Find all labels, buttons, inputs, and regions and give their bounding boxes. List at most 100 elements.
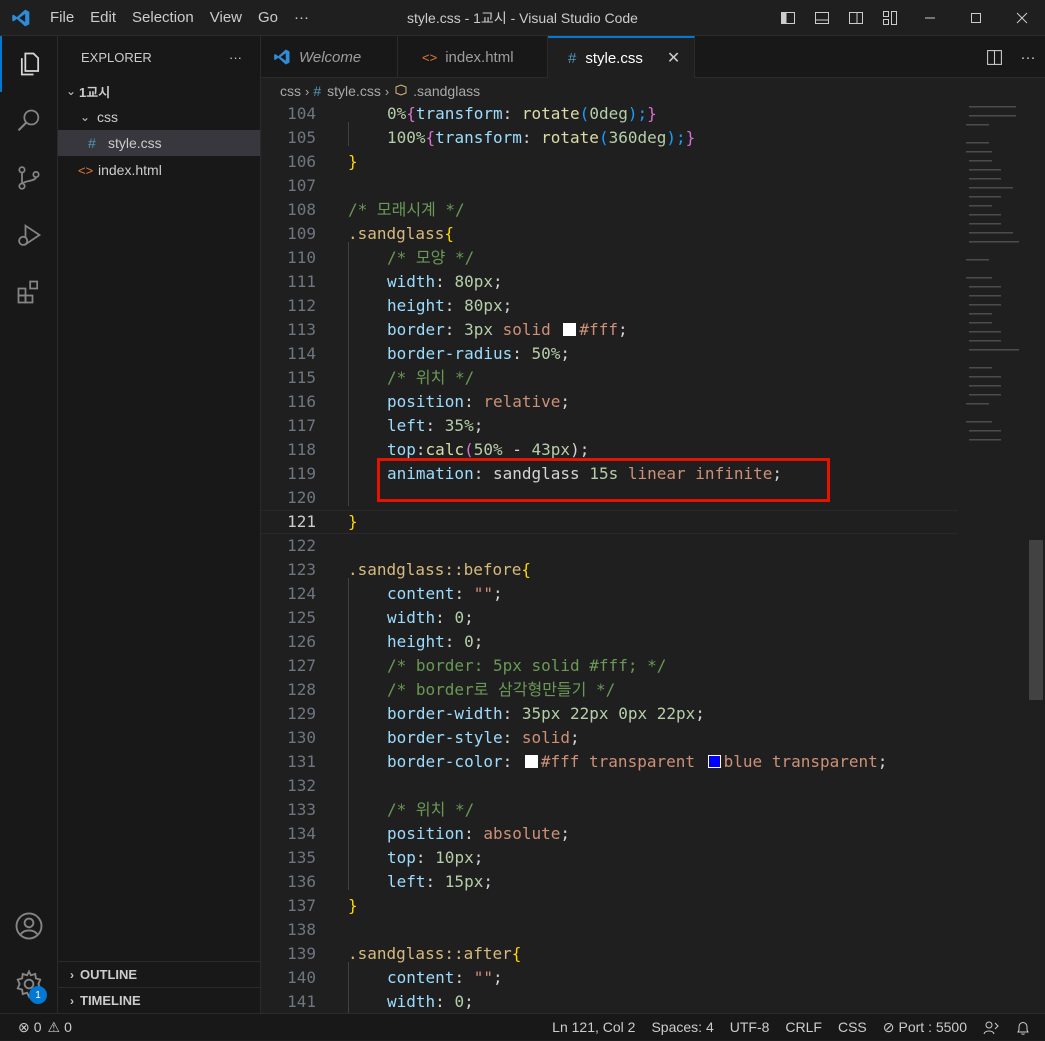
code-token: 360deg — [608, 128, 667, 147]
extensions-icon[interactable] — [0, 264, 58, 320]
code-line[interactable]: 132 — [261, 774, 961, 798]
code-token: : — [502, 728, 522, 747]
code-line[interactable]: 116 position: relative; — [261, 390, 961, 414]
code-line[interactable]: 135 top: 10px; — [261, 846, 961, 870]
tab-index-html[interactable]: <> index.html — [398, 36, 548, 78]
line-number: 110 — [287, 248, 316, 267]
code-line[interactable]: 108 /* 모래시계 */ — [261, 198, 961, 222]
code-line[interactable]: 131 border-color: #fff transparent blue t… — [261, 750, 961, 774]
code-line[interactable]: 113 border: 3px solid #fff; — [261, 318, 961, 342]
code-line[interactable]: 123 .sandglass::before{ — [261, 558, 961, 582]
feedback-icon[interactable] — [975, 1020, 1007, 1036]
code-line[interactable]: 105 100%{transform: rotate(360deg);} — [261, 126, 961, 150]
code-text: .sandglass::before{ — [348, 558, 531, 582]
tree-folder-css[interactable]: ⌄ css — [58, 104, 260, 130]
code-line[interactable]: 133 /* 위치 */ — [261, 798, 961, 822]
minimap-line — [969, 160, 992, 162]
code-line[interactable]: 130 border-style: solid; — [261, 726, 961, 750]
code-token: .sandglass — [348, 224, 445, 243]
tree-folder-root[interactable]: ⌄ 1교시 — [58, 78, 260, 104]
search-icon[interactable] — [0, 93, 58, 149]
color-swatch[interactable] — [563, 322, 577, 336]
menu-more[interactable]: ··· — [286, 0, 317, 36]
explorer-more-button[interactable]: ··· — [229, 50, 242, 65]
code-line[interactable]: 128 /* border로 삼각형만들기 */ — [261, 678, 961, 702]
manage-gear-icon[interactable]: 1 — [0, 956, 58, 1012]
notifications-bell-icon[interactable] — [1007, 1020, 1045, 1036]
code-text: height: 0; — [387, 630, 483, 654]
code-line[interactable]: 117 left: 35%; — [261, 414, 961, 438]
language-mode[interactable]: CSS — [830, 1014, 875, 1041]
toggle-primary-sidebar-icon[interactable] — [771, 0, 805, 36]
more-actions-icon[interactable]: ··· — [1011, 39, 1045, 75]
breadcrumb-file[interactable]: style.css — [327, 83, 381, 99]
code-line[interactable]: 122 — [261, 534, 961, 558]
code-line[interactable]: 107 — [261, 174, 961, 198]
encoding[interactable]: UTF-8 — [722, 1014, 778, 1041]
code-line[interactable]: 114 border-radius: 50%; — [261, 342, 961, 366]
maximize-icon[interactable] — [953, 0, 999, 36]
code-line[interactable]: 106} — [261, 150, 961, 174]
menu-edit[interactable]: Edit — [82, 0, 124, 36]
minimap-line — [966, 124, 989, 126]
live-server-port[interactable]: ⊘ Port : 5500 — [875, 1014, 975, 1041]
accounts-icon[interactable] — [0, 898, 58, 954]
code-line[interactable]: 126 height: 0; — [261, 630, 961, 654]
menu-go[interactable]: Go — [250, 0, 286, 36]
line-ending[interactable]: CRLF — [777, 1014, 830, 1041]
minimap-line — [969, 439, 1001, 441]
code-line[interactable]: 129 border-width: 35px 22px 0px 22px; — [261, 702, 961, 726]
breadcrumb-folder[interactable]: css — [280, 83, 301, 99]
tab-style-css[interactable]: # style.css ✕ — [548, 36, 695, 78]
problems-indicator[interactable]: ⊗ 0 ⚠ 0 — [18, 1014, 76, 1041]
code-line[interactable]: 115 /* 위치 */ — [261, 366, 961, 390]
code-line[interactable]: 111 width: 80px; — [261, 270, 961, 294]
outline-section[interactable]: › OUTLINE — [58, 961, 260, 987]
code-token: /* 위치 */ — [387, 800, 475, 819]
code-editor[interactable]: 104 0%{transform: rotate(0deg);} 105 100%{t… — [261, 104, 1045, 1013]
code-line[interactable]: 139 .sandglass::after{ — [261, 942, 961, 966]
timeline-section[interactable]: › TIMELINE — [58, 987, 260, 1013]
tab-welcome[interactable]: Welcome — [261, 36, 398, 78]
cursor-position[interactable]: Ln 121, Col 2 — [544, 1014, 643, 1041]
code-line[interactable]: 110 /* 모양 */ — [261, 246, 961, 270]
tree-file-index-html[interactable]: <> index.html — [58, 157, 260, 183]
color-swatch[interactable] — [707, 754, 721, 768]
code-line[interactable]: 136 left: 15px; — [261, 870, 961, 894]
run-debug-icon[interactable] — [0, 207, 58, 263]
toggle-secondary-sidebar-icon[interactable] — [839, 0, 873, 36]
html-file-icon: <> — [78, 162, 94, 178]
menu-file[interactable]: File — [42, 0, 82, 36]
code-line[interactable]: 125 width: 0; — [261, 606, 961, 630]
close-icon[interactable]: ✕ — [667, 48, 680, 68]
toggle-panel-icon[interactable] — [805, 0, 839, 36]
tree-file-style-css[interactable]: # style.css — [58, 130, 260, 156]
vertical-scrollbar[interactable] — [1029, 540, 1043, 700]
customize-layout-icon[interactable] — [873, 0, 907, 36]
code-line[interactable]: 134 position: absolute; — [261, 822, 961, 846]
indentation[interactable]: Spaces: 4 — [643, 1014, 721, 1041]
code-line[interactable]: 127 /* border: 5px solid #fff; */ — [261, 654, 961, 678]
source-control-icon[interactable] — [0, 150, 58, 206]
code-token: width — [387, 272, 436, 291]
breadcrumb-symbol[interactable]: .sandglass — [413, 83, 480, 99]
code-line[interactable]: 112 height: 80px; — [261, 294, 961, 318]
minimize-icon[interactable] — [907, 0, 953, 36]
code-line[interactable]: 140 content: ""; — [261, 966, 961, 990]
explorer-icon[interactable] — [0, 36, 58, 92]
color-swatch[interactable] — [524, 754, 538, 768]
vscode-logo-icon[interactable] — [0, 0, 42, 36]
code-line[interactable]: 141 width: 0; — [261, 990, 961, 1013]
code-line[interactable]: 104 0%{transform: rotate(0deg);} — [261, 104, 961, 126]
close-window-icon[interactable] — [999, 0, 1045, 36]
menu-selection[interactable]: Selection — [124, 0, 202, 36]
code-line[interactable]: 109 .sandglass{ — [261, 222, 961, 246]
code-line[interactable]: 138 — [261, 918, 961, 942]
code-line[interactable]: 121} — [261, 510, 961, 534]
code-text: .sandglass::after{ — [348, 942, 521, 966]
code-line[interactable]: 137} — [261, 894, 961, 918]
split-editor-icon[interactable] — [977, 39, 1011, 75]
code-token: : — [454, 968, 474, 987]
menu-view[interactable]: View — [202, 0, 250, 36]
code-line[interactable]: 124 content: ""; — [261, 582, 961, 606]
